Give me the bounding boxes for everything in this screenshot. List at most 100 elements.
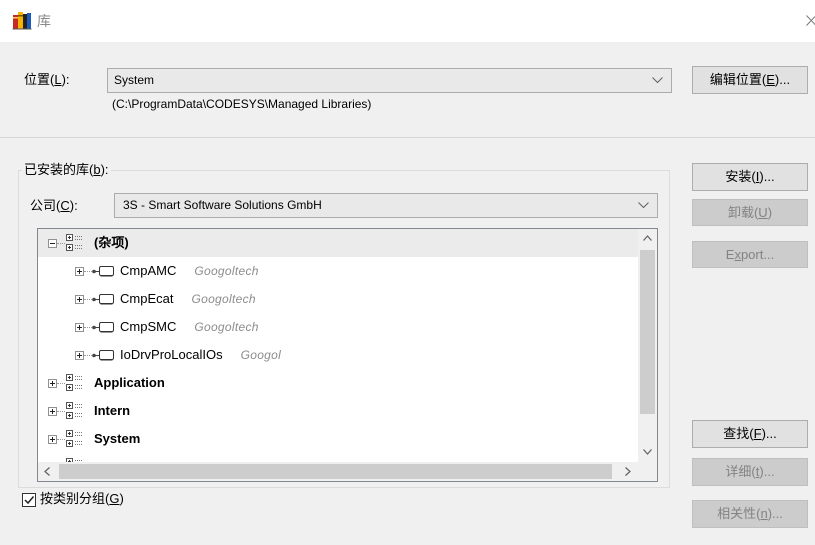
tree-item-label: CmpEcat Googoltech xyxy=(120,285,256,313)
tree-connector-line xyxy=(57,383,65,384)
location-label-text: 位置( xyxy=(24,72,55,87)
chevron-down-icon[interactable] xyxy=(638,202,649,209)
tree-library-row[interactable]: CmpEcat Googoltech xyxy=(38,285,638,313)
location-label: 位置(L): xyxy=(24,71,70,89)
tree-item-name: Intern xyxy=(94,403,131,418)
tree-item-vendor: Googoltech xyxy=(191,292,256,306)
company-label-accelerator: C xyxy=(60,198,70,213)
expand-icon[interactable] xyxy=(48,435,57,444)
find-button[interactable]: 查找(F)... xyxy=(692,420,808,448)
expand-icon[interactable] xyxy=(48,379,57,388)
checkbox-label-suffix: ) xyxy=(119,491,124,506)
tree-item-label: (杂项) xyxy=(94,229,129,257)
tree-library-row[interactable]: CmpAMC Googoltech xyxy=(38,257,638,285)
group-label-suffix: ): xyxy=(100,162,109,177)
horizontal-scroll-thumb[interactable] xyxy=(59,464,612,479)
tree-library-row[interactable]: IoDrvProLocalIOs Googol xyxy=(38,341,638,369)
horizontal-scrollbar[interactable] xyxy=(38,462,638,481)
tree-item-vendor: Googoltech xyxy=(194,264,259,278)
tree-item-label: Application xyxy=(94,369,165,397)
company-label-text: 公司( xyxy=(30,198,61,213)
tree-category-row[interactable]: Intern xyxy=(38,397,638,425)
tree-connector-line xyxy=(57,439,65,440)
scroll-right-icon[interactable] xyxy=(619,462,638,481)
details-button[interactable]: 详细(t)... xyxy=(692,458,808,486)
company-label-suffix: ): xyxy=(69,198,78,213)
tree-item-label: Intern xyxy=(94,397,130,425)
button-label-suffix: )... xyxy=(761,426,777,441)
location-dropdown[interactable]: System xyxy=(107,68,672,93)
vertical-scrollbar[interactable] xyxy=(638,229,657,462)
tree-category-row[interactable] xyxy=(38,453,638,462)
tree-item-label: System xyxy=(94,425,140,453)
group-label-accelerator: b xyxy=(93,162,101,177)
tree-item-label: IoDrvProLocalIOs Googol xyxy=(120,341,281,369)
tree-category-row[interactable]: (杂项) xyxy=(38,229,638,257)
button-label-suffix: )... xyxy=(759,169,775,184)
scroll-left-icon[interactable] xyxy=(38,462,57,481)
location-label-suffix: ): xyxy=(61,72,70,87)
group-label-text: 已安装的库( xyxy=(24,162,94,177)
scroll-up-icon[interactable] xyxy=(638,229,657,248)
category-icon xyxy=(65,373,85,393)
expand-icon[interactable] xyxy=(75,267,84,276)
tree-item-name: (杂项) xyxy=(94,235,129,250)
expand-icon[interactable] xyxy=(75,295,84,304)
button-label-accelerator: U xyxy=(758,205,768,220)
tree-item-name: CmpAMC xyxy=(120,263,177,278)
expand-icon[interactable] xyxy=(48,407,57,416)
location-label-accelerator: L xyxy=(54,72,62,87)
checkbox-label-accelerator: G xyxy=(109,491,120,506)
location-path: (C:\ProgramData\CODESYS\Managed Librarie… xyxy=(112,97,372,111)
tree-item-vendor: Googol xyxy=(240,348,282,362)
category-icon xyxy=(65,429,85,449)
library-tree[interactable]: (杂项) CmpAMC Googoltech CmpEcat Googoltech Cmp… xyxy=(37,228,658,482)
uninstall-button[interactable]: 卸载(U) xyxy=(692,199,808,226)
button-label-accelerator: n xyxy=(760,506,768,521)
company-value: 3S - Smart Software Solutions GmbH xyxy=(123,198,322,212)
button-label-accelerator: E xyxy=(766,72,775,87)
button-label-suffix: )... xyxy=(759,464,775,479)
library-icon xyxy=(91,265,115,278)
expand-icon[interactable] xyxy=(75,351,84,360)
button-label-suffix: port... xyxy=(740,247,775,262)
window-title: 库 xyxy=(37,13,51,29)
button-label-text: 相关性( xyxy=(717,506,761,521)
tree-viewport: (杂项) CmpAMC Googoltech CmpEcat Googoltech Cmp… xyxy=(38,229,638,462)
category-icon xyxy=(65,401,85,421)
tree-connector-line xyxy=(57,411,65,412)
tree-library-row[interactable]: CmpSMC Googoltech xyxy=(38,313,638,341)
library-icon xyxy=(91,321,115,334)
chevron-down-icon[interactable] xyxy=(652,77,663,84)
installed-libraries-label: 已安装的库(b): xyxy=(22,161,111,179)
tree-item-name: CmpEcat xyxy=(120,291,174,306)
button-label-suffix: )... xyxy=(767,506,783,521)
button-label-text: 卸载( xyxy=(727,205,759,220)
install-button[interactable]: 安装(I)... xyxy=(692,163,808,191)
tree-item-label: CmpSMC Googoltech xyxy=(120,313,259,341)
category-icon xyxy=(65,233,85,253)
tree-category-row[interactable]: System xyxy=(38,425,638,453)
close-icon[interactable] xyxy=(806,15,815,26)
button-label-accelerator: F xyxy=(753,426,762,441)
tree-category-row[interactable]: Application xyxy=(38,369,638,397)
collapse-icon[interactable] xyxy=(48,239,57,248)
vertical-scroll-thumb[interactable] xyxy=(640,250,655,414)
export-button[interactable]: Export... xyxy=(692,241,808,268)
expand-icon[interactable] xyxy=(75,323,84,332)
tree-item-name: IoDrvProLocalIOs xyxy=(120,347,223,362)
scrollbar-corner xyxy=(638,462,657,481)
button-label-suffix: ) xyxy=(767,205,773,220)
button-label-text: 详细( xyxy=(725,464,756,479)
company-dropdown[interactable]: 3S - Smart Software Solutions GmbH xyxy=(114,193,658,218)
edit-location-button[interactable]: 编辑位置(E)... xyxy=(692,66,808,94)
scroll-down-icon[interactable] xyxy=(638,443,657,462)
group-by-category-checkbox[interactable] xyxy=(22,493,36,507)
group-by-category-label[interactable]: 按类别分组(G) xyxy=(40,490,124,508)
location-value: System xyxy=(114,73,155,87)
company-label: 公司(C): xyxy=(30,197,78,215)
dependencies-button[interactable]: 相关性(n)... xyxy=(692,500,808,528)
tree-item-name: CmpSMC xyxy=(120,319,177,334)
tree-item-name: System xyxy=(94,431,141,446)
tree-item-name: Application xyxy=(94,375,165,390)
